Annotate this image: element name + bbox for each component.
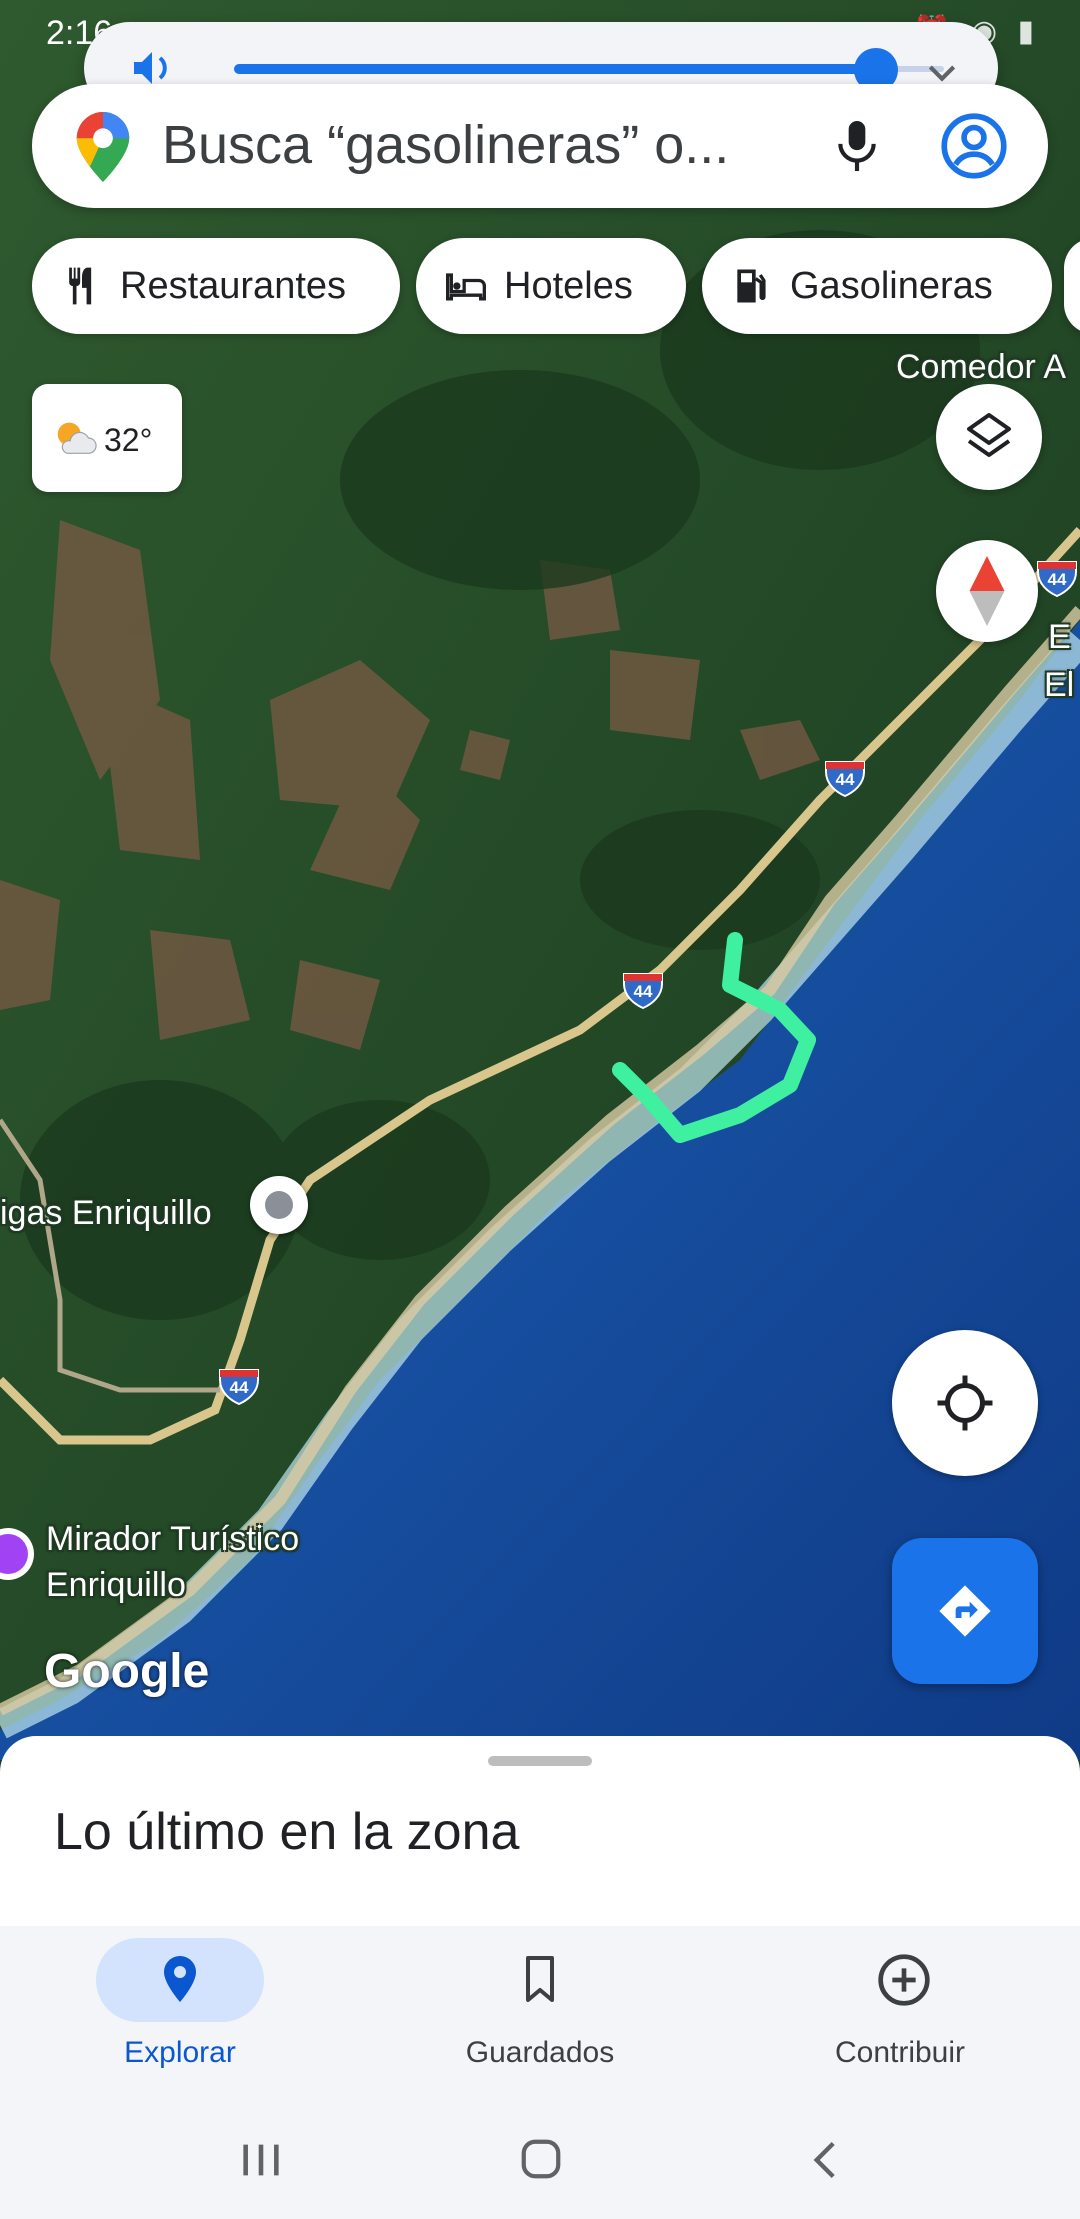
nav-label: Explorar <box>124 2036 236 2069</box>
map-label-comedor[interactable]: Comedor A <box>896 348 1066 387</box>
compass-icon <box>969 556 1005 626</box>
map-label-edge: El <box>1044 666 1075 704</box>
camera-icon <box>0 1534 28 1574</box>
search-bar[interactable]: Busca “gasolineras” o... <box>32 84 1048 208</box>
account-icon[interactable] <box>940 112 1008 180</box>
nav-guardados[interactable]: Guardados <box>360 1926 720 2106</box>
volume-track[interactable] <box>234 64 874 74</box>
chip-gasolineras[interactable]: Gasolineras <box>702 238 1052 334</box>
restaurant-icon <box>69 267 92 305</box>
recent-apps-icon[interactable] <box>238 2140 284 2180</box>
directions-icon <box>939 1585 991 1637</box>
google-attribution: Google <box>44 1645 210 1698</box>
bottom-sheet[interactable]: Lo último en la zona <box>0 1736 1080 1926</box>
route-shield: 44 <box>622 972 664 1015</box>
hotel-icon <box>446 273 486 301</box>
maps-pin-logo-icon <box>76 112 130 182</box>
chip-hoteles[interactable]: Hoteles <box>416 238 686 334</box>
chip-restaurantes[interactable]: Restaurantes <box>32 238 400 334</box>
compass-button[interactable] <box>936 540 1038 642</box>
nav-label: Contribuir <box>834 2036 966 2069</box>
chip-label: Gasolineras <box>790 264 993 307</box>
home-icon[interactable] <box>518 2136 564 2182</box>
my-location-button[interactable] <box>892 1330 1038 1476</box>
temperature: 32° <box>104 422 153 458</box>
chip-label: Hoteles <box>504 264 633 307</box>
route-shield: 44 <box>824 760 866 803</box>
route-shield: 44 <box>1036 560 1078 603</box>
layers-button[interactable] <box>936 384 1042 490</box>
bottom-navigation: Explorar Guardados Contribuir <box>0 1926 1080 2106</box>
nav-contribuir[interactable]: Contribuir <box>720 1926 1080 2106</box>
back-icon[interactable] <box>806 2138 842 2182</box>
system-navigation-bar <box>0 2106 1080 2219</box>
crosshair-icon <box>937 1375 993 1431</box>
route-shield: 44 <box>218 1368 260 1411</box>
place-marker[interactable] <box>250 1176 308 1234</box>
bookmark-icon <box>526 1956 554 2002</box>
map-pin-icon <box>265 1191 293 1219</box>
chip-label: Restaurantes <box>120 264 347 307</box>
weather-card[interactable]: 32° <box>32 384 182 492</box>
microphone-icon[interactable] <box>832 116 882 176</box>
sheet-title: Lo último en la zona <box>54 1803 520 1861</box>
sheet-drag-handle[interactable] <box>488 1756 592 1766</box>
map-label-mirador[interactable]: Enriquillo <box>46 1566 186 1605</box>
gas-station-icon <box>737 269 766 303</box>
directions-button[interactable] <box>892 1538 1038 1684</box>
add-circle-icon <box>878 1954 930 2006</box>
map-label-mirador[interactable]: Mirador Turístico <box>46 1520 299 1559</box>
partly-cloudy-icon <box>57 422 97 454</box>
explore-pin-icon <box>164 1956 196 2002</box>
layers-icon <box>967 413 1011 457</box>
nav-label: Guardados <box>465 2036 615 2069</box>
search-input[interactable]: Busca “gasolineras” o... <box>162 114 729 176</box>
map-label-edge: E <box>1048 618 1071 656</box>
nav-explorar[interactable]: Explorar <box>0 1926 360 2106</box>
map-label-place[interactable]: igas Enriquillo <box>0 1194 212 1233</box>
